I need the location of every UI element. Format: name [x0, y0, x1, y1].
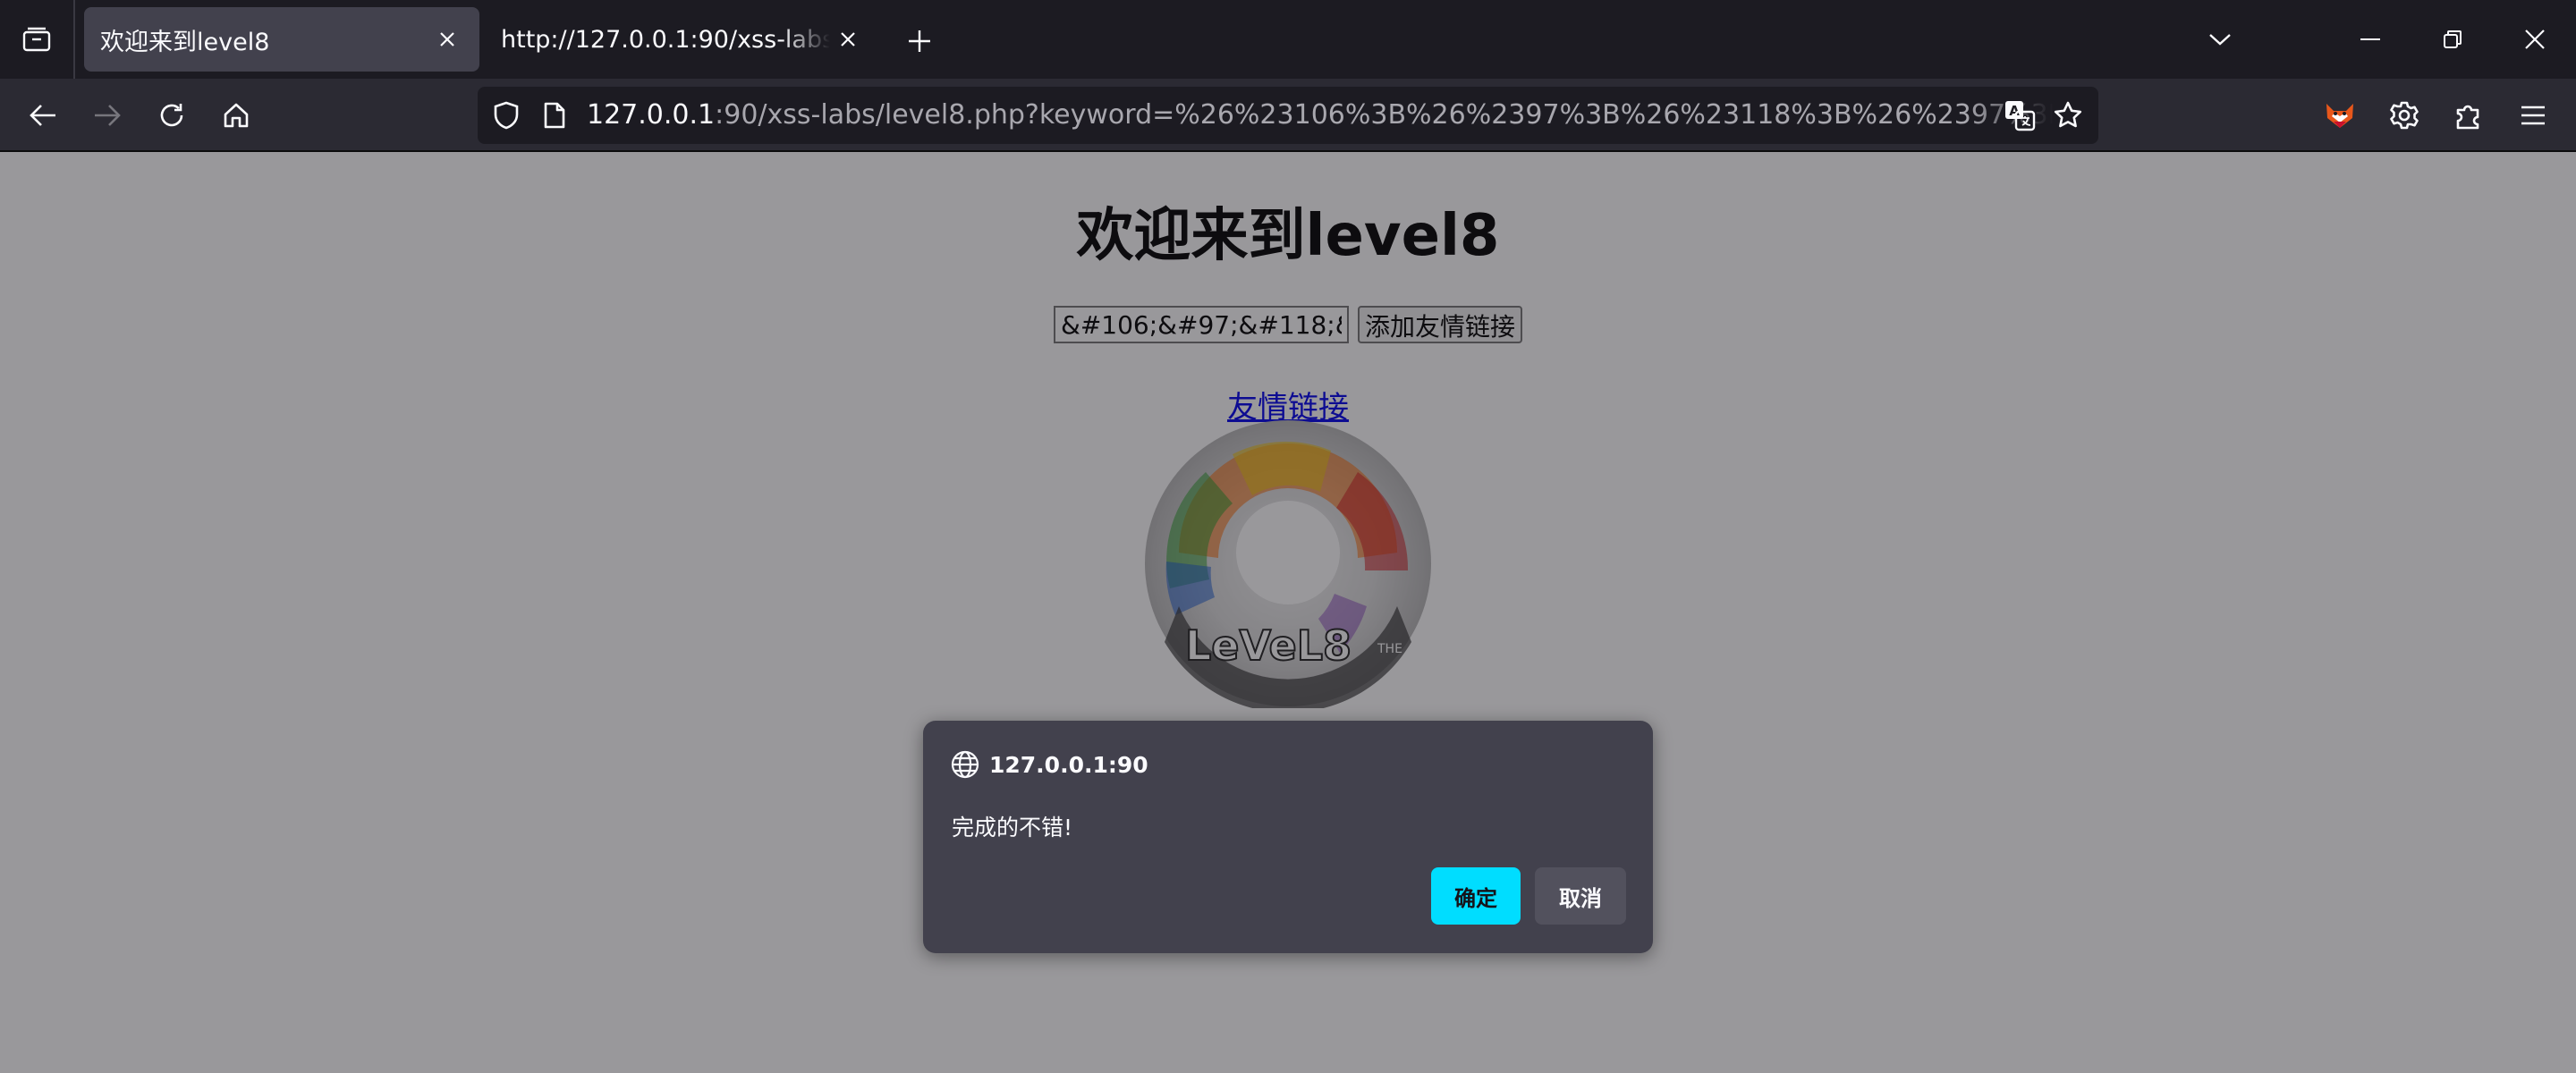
reload-icon	[160, 104, 183, 127]
restore-icon	[2444, 30, 2462, 48]
extensions-button[interactable]	[2445, 92, 2492, 139]
reload-button[interactable]	[148, 92, 195, 139]
tracking-protection-button[interactable]	[488, 97, 524, 133]
url-host: 127.0.0.1	[587, 99, 716, 131]
back-button[interactable]	[20, 92, 66, 139]
tab-list-icon	[22, 27, 51, 52]
close-icon	[440, 32, 454, 46]
gear-icon	[2390, 101, 2419, 130]
chevron-down-icon	[2209, 34, 2231, 46]
plus-icon	[909, 30, 930, 52]
translate-button[interactable]: A	[2002, 97, 2038, 133]
minimize-icon	[2360, 38, 2380, 40]
arrow-left-icon	[30, 105, 55, 126]
menu-button[interactable]	[2510, 92, 2556, 139]
restore-button[interactable]	[2411, 0, 2494, 79]
bookmark-button[interactable]	[2050, 97, 2086, 133]
home-icon	[224, 103, 249, 128]
close-icon	[841, 32, 855, 46]
ok-button[interactable]: 确定	[1431, 867, 1521, 925]
minimize-button[interactable]	[2329, 0, 2411, 79]
page-icon	[544, 102, 565, 129]
extension-button[interactable]	[2317, 92, 2363, 139]
dialog-origin: 127.0.0.1:90	[989, 751, 1148, 778]
tab-active[interactable]: 欢迎来到level8	[84, 7, 479, 72]
tab-inactive[interactable]: http://127.0.0.1:90/xss-labs/level8.php?…	[485, 7, 880, 72]
dialog-header: 127.0.0.1:90	[950, 749, 1148, 780]
tab-strip: 欢迎来到level8 http://127.0.0.1:90/xss-labs/…	[0, 0, 2576, 79]
translate-icon: A	[2005, 101, 2036, 131]
tab-title: 欢迎来到level8	[100, 28, 270, 56]
tab-list-button[interactable]	[0, 0, 75, 79]
url-path: :90/xss-labs/level8.php?keyword=%26%2310…	[715, 99, 2054, 131]
url-text[interactable]: 127.0.0.1:90/xss-labs/level8.php?keyword…	[587, 87, 2054, 144]
new-tab-button[interactable]	[900, 21, 939, 61]
dialog-message: 完成的不错!	[952, 815, 1073, 841]
site-info-button[interactable]	[537, 97, 572, 133]
tab-close-button[interactable]	[429, 21, 465, 57]
puzzle-icon	[2456, 105, 2479, 130]
star-icon	[2054, 101, 2082, 128]
home-button[interactable]	[213, 92, 259, 139]
address-bar[interactable]: 127.0.0.1:90/xss-labs/level8.php?keyword…	[478, 87, 2098, 144]
arrow-right-icon	[95, 105, 121, 126]
cancel-button[interactable]: 取消	[1535, 867, 1626, 925]
forward-button[interactable]	[84, 92, 131, 139]
shield-icon	[494, 101, 519, 130]
alert-dialog: 127.0.0.1:90 完成的不错! 确定 取消	[923, 721, 1653, 953]
globe-icon	[951, 750, 979, 779]
tab-title: http://127.0.0.1:90/xss-labs/level8.php?…	[501, 25, 830, 54]
close-icon	[2525, 30, 2545, 49]
navigation-toolbar: 127.0.0.1:90/xss-labs/level8.php?keyword…	[0, 79, 2576, 152]
settings-button[interactable]	[2381, 92, 2428, 139]
hamburger-icon	[2521, 106, 2545, 125]
fox-extension-icon	[2326, 104, 2353, 128]
close-window-button[interactable]	[2494, 0, 2576, 79]
list-all-tabs-button[interactable]	[2179, 0, 2261, 79]
tab-close-button[interactable]	[830, 21, 866, 57]
